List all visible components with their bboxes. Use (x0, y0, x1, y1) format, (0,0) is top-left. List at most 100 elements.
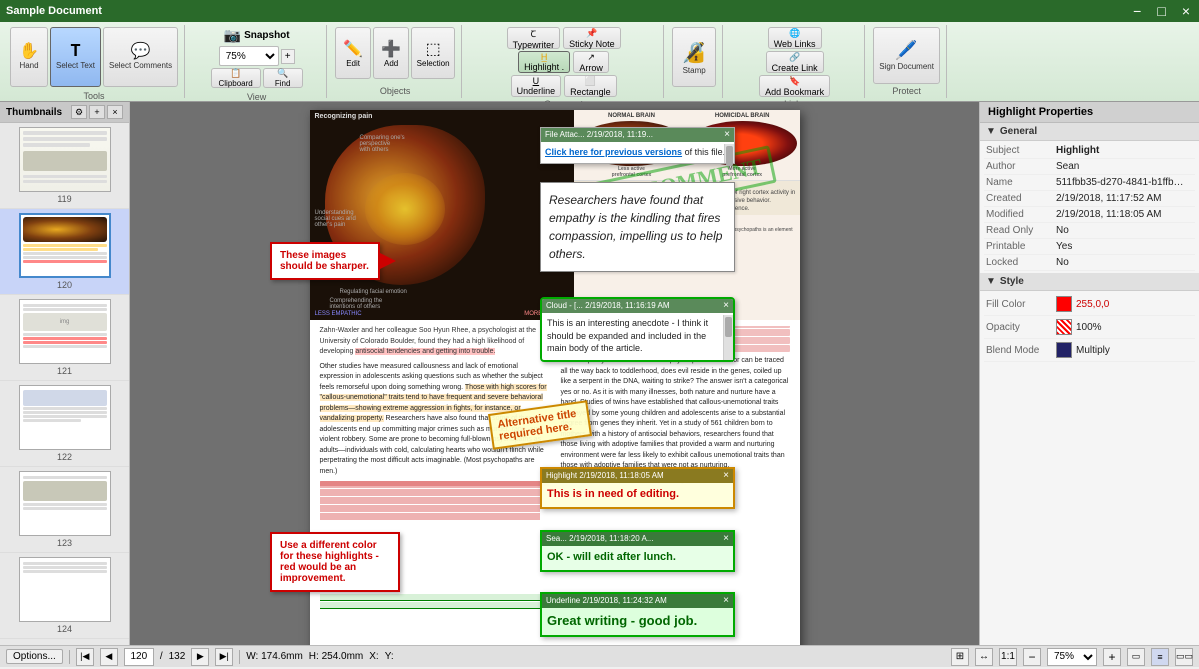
thumbnails-list: 119 120 (0, 123, 129, 645)
thumbnail-item-119[interactable]: 119 (0, 123, 129, 209)
thumbnail-item-121[interactable]: img 121 (0, 295, 129, 381)
printable-label: Printable (986, 241, 1056, 252)
cloud-annotation-body: This is an interesting anecdote - I thin… (547, 317, 728, 355)
height-label: H: 254.0mm (309, 651, 363, 662)
edit-button[interactable]: ✏️ Edit (335, 27, 371, 79)
fill-color-swatch[interactable] (1056, 296, 1072, 312)
blend-mode-label: Blend Mode (986, 345, 1056, 356)
opacity-label: Opacity (986, 322, 1056, 333)
select-comments-button[interactable]: 💬 Select Comments (103, 27, 178, 87)
thumbnail-close-button[interactable]: × (107, 105, 123, 119)
general-section-toggle[interactable]: ▼ General (980, 123, 1199, 141)
underline-annotation-header: Underline 2/19/2018, 11:24:32 AM (546, 596, 667, 606)
created-label: Created (986, 193, 1056, 204)
single-page-button[interactable]: ▭ (1127, 648, 1145, 666)
highlight-annotation-header: Highlight 2/19/2018, 11:18:05 AM (546, 471, 664, 481)
printable-row: Printable Yes (984, 239, 1195, 255)
thumbnail-item-122[interactable]: 122 (0, 381, 129, 467)
modified-label: Modified (986, 209, 1056, 220)
fit-page-button[interactable]: ⊞ (951, 648, 969, 666)
stamp-icon: 🔏 (682, 40, 707, 65)
sticky-note-button[interactable]: 📌 Sticky Note (563, 27, 621, 49)
select-text-button[interactable]: 𝐓 Select Text (50, 27, 101, 87)
app-minimize-button[interactable]: − (1130, 3, 1144, 19)
style-section-toggle[interactable]: ▼ Style (980, 273, 1199, 291)
file-attach-close[interactable]: × (724, 130, 730, 140)
selection-button[interactable]: ⬚ Selection (411, 27, 455, 79)
typewriter-button[interactable]: Ꞇ Typewriter (507, 27, 561, 49)
underline-annotation[interactable]: Underline 2/19/2018, 11:24:32 AM × Great… (540, 592, 735, 637)
find-button[interactable]: 🔍 Find (263, 68, 303, 88)
thumbnail-item-124[interactable]: 124 (0, 553, 129, 639)
arrow-button[interactable]: ↗ Arrow (573, 51, 609, 73)
create-link-button[interactable]: 🔗 Create Link (766, 51, 824, 73)
opacity-value: 100% (1076, 322, 1102, 333)
fill-color-label: Fill Color (986, 299, 1056, 310)
create-link-icon: 🔗 (789, 52, 800, 63)
thumbnail-add-button[interactable]: + (89, 105, 105, 119)
modified-value: 2/19/2018, 11:18:05 AM (1056, 209, 1161, 220)
clipboard-button[interactable]: 📋 Clipboard (211, 68, 261, 88)
options-button[interactable]: Options... (6, 649, 63, 664)
sea-note-close[interactable]: × (723, 534, 729, 544)
readonly-value: No (1056, 225, 1069, 236)
callout-images-sharper[interactable]: These images should be sharper. (270, 242, 380, 280)
file-attachment-annotation[interactable]: File Attac... 2/19/2018, 11:19... × Clic… (540, 127, 735, 164)
height-value: 254.0mm (322, 651, 364, 662)
app-close-button[interactable]: × (1179, 3, 1193, 19)
first-page-button[interactable]: |◀ (76, 648, 94, 666)
width-label: W: 174.6mm (246, 651, 303, 662)
zoom-bottom-select[interactable]: 75% 50% 100% 150% (1047, 648, 1097, 666)
name-value: 511fbb35-d270-4841-b1ffbaa137... (1056, 177, 1186, 188)
author-label: Author (986, 161, 1056, 172)
next-page-button[interactable]: ▶ (191, 648, 209, 666)
rectangle-icon: ⬜ (585, 76, 596, 87)
hand-tool-button[interactable]: ✋ Hand (10, 27, 48, 87)
underline-close[interactable]: × (723, 596, 729, 606)
app-document-title: Sample Document (6, 5, 102, 17)
created-row: Created 2/19/2018, 11:17:52 AM (984, 191, 1195, 207)
sea-note-annotation[interactable]: Sea... 2/19/2018, 11:18:20 A... × OK - w… (540, 530, 735, 572)
zoom-select[interactable]: 75% (219, 46, 279, 66)
properties-style-section: ▼ Style Fill Color 255,0,0 Opacity (980, 273, 1199, 364)
app-restore-button[interactable]: □ (1154, 3, 1168, 19)
highlight-button[interactable]: H̲ Highlight . (518, 51, 570, 73)
sea-note-header: Sea... 2/19/2018, 11:18:20 A... (546, 534, 654, 544)
rectangle-button[interactable]: ⬜ Rectangle (564, 75, 617, 97)
zoom-in-button[interactable]: + (1103, 648, 1121, 666)
continuous-button[interactable]: ≡ (1151, 648, 1169, 666)
highlight-annotation[interactable]: Highlight 2/19/2018, 11:18:05 AM × This … (540, 467, 735, 509)
sea-note-body: OK - will edit after lunch. (547, 550, 728, 565)
sign-document-button[interactable]: 🖊️ Sign Document (873, 27, 940, 84)
objects-label: Objects (380, 84, 411, 96)
underline-button[interactable]: U Underline (511, 75, 562, 97)
cloud-close[interactable]: × (723, 301, 729, 311)
thumbnail-item-120[interactable]: 120 (0, 209, 129, 295)
prev-page-button[interactable]: ◀ (100, 648, 118, 666)
blend-mode-row: Blend Mode Multiply (984, 339, 1195, 362)
fit-width-button[interactable]: ↔ (975, 648, 993, 666)
properties-panel: Highlight Properties ▼ General Subject H… (979, 102, 1199, 645)
select-text-icon: 𝐓 (70, 44, 80, 60)
web-links-button[interactable]: 🌐 Web Links (768, 27, 822, 49)
zoom-out-button[interactable]: − (1023, 648, 1041, 666)
page-number-input[interactable] (124, 648, 154, 666)
actual-size-button[interactable]: 1:1 (999, 648, 1017, 666)
stamp-button[interactable]: 🔏 Stamp (672, 27, 716, 87)
add-icon: ➕ (381, 39, 401, 59)
printable-value: Yes (1056, 241, 1072, 252)
last-page-button[interactable]: ▶| (215, 648, 233, 666)
thumbnail-item-123[interactable]: 123 (0, 467, 129, 553)
zoom-fit-button[interactable]: + (281, 49, 295, 64)
add-button[interactable]: ➕ Add (373, 27, 409, 79)
thumbnail-options-button[interactable]: ⚙ (71, 105, 87, 119)
created-value: 2/19/2018, 11:17:52 AM (1056, 193, 1161, 204)
add-bookmark-button[interactable]: 🔖 Add Bookmark (759, 75, 830, 97)
cloud-annotation[interactable]: Cloud - [... 2/19/2018, 11:16:19 AM × Th… (540, 297, 735, 362)
protect-label: Protect (892, 84, 921, 96)
two-page-button[interactable]: ▭▭ (1175, 648, 1193, 666)
sign-document-icon: 🖊️ (895, 40, 917, 61)
clipboard-icon: 📋 (230, 68, 241, 79)
highlight-close[interactable]: × (723, 471, 729, 481)
callout-color-change[interactable]: Use a different color for these highligh… (270, 532, 400, 592)
